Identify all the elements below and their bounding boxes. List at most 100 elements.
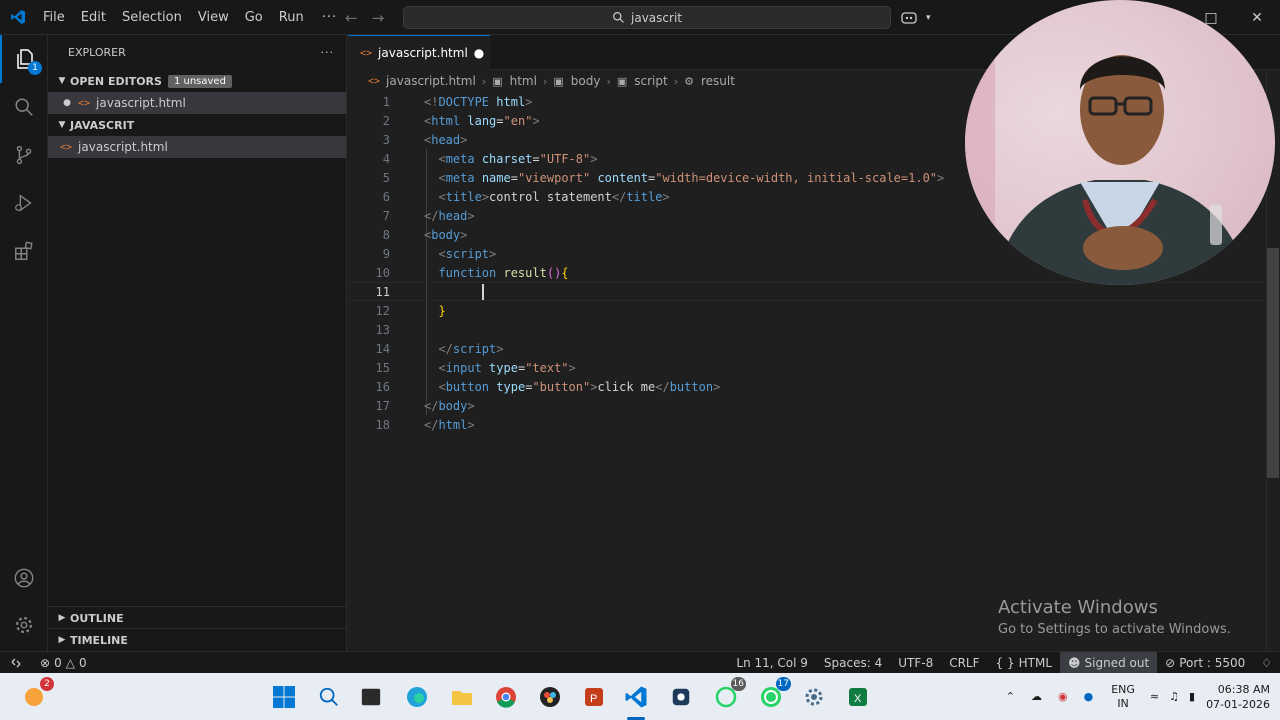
indentation[interactable]: Spaces: 4	[816, 652, 890, 674]
element-icon: ▣	[553, 74, 564, 88]
taskbar-app-edge[interactable]	[401, 681, 433, 713]
run-debug-activity[interactable]	[0, 179, 48, 227]
cursor-position[interactable]: Ln 11, Col 9	[728, 652, 816, 674]
explorer-activity[interactable]: 1	[0, 35, 48, 83]
explorer-badge: 1	[28, 61, 42, 75]
open-editor-item[interactable]: ● <> javascript.html	[48, 92, 346, 114]
code-token: >	[525, 94, 533, 109]
chevron-down-icon: ▼	[58, 76, 66, 86]
menu-file[interactable]: File	[35, 0, 73, 35]
taskbar-app-whatsapp[interactable]: 16	[710, 677, 746, 713]
menu-edit[interactable]: Edit	[73, 0, 114, 35]
taskbar-app-excel[interactable]: X	[842, 681, 874, 713]
battery-icon[interactable]: ▮	[1189, 690, 1195, 703]
terminal-icon	[361, 688, 381, 706]
live-server-port[interactable]: ⊘ Port : 5500	[1157, 652, 1253, 674]
chevron-up-icon[interactable]: ⌃	[1006, 690, 1015, 703]
menu-run[interactable]: Run	[271, 0, 312, 35]
breadcrumb-result[interactable]: result	[701, 74, 735, 88]
volume-icon[interactable]: ♫	[1169, 690, 1179, 703]
code-token: >	[662, 189, 670, 204]
extensions-activity[interactable]	[0, 227, 48, 275]
camera-app-icon[interactable]: ◉	[1058, 690, 1068, 703]
chevron-down-icon[interactable]: ▾	[926, 13, 931, 23]
language-indicator[interactable]: ENG IN	[1111, 683, 1135, 711]
menu-go[interactable]: Go	[237, 0, 271, 35]
taskbar-app-terminal[interactable]	[355, 681, 387, 713]
unsaved-dot-icon[interactable]: ●	[474, 46, 484, 60]
unsaved-dot-icon[interactable]: ●	[60, 98, 74, 108]
svg-text:X: X	[854, 693, 862, 705]
close-button[interactable]: ✕	[1234, 0, 1280, 35]
timeline-section[interactable]: ▶ TIMELINE	[48, 628, 347, 651]
folder-section[interactable]: ▼ JAVASCRIT	[48, 114, 346, 136]
line-number: 10	[375, 265, 390, 280]
explorer-title: EXPLORER	[68, 46, 126, 59]
menu-view[interactable]: View	[190, 0, 237, 35]
line-number: 7	[382, 208, 390, 223]
wifi-icon[interactable]: ≈	[1150, 690, 1159, 703]
onedrive-icon[interactable]: ☁	[1031, 690, 1042, 703]
notifications-bell[interactable]: ♢	[1253, 652, 1280, 674]
taskbar-search-button[interactable]	[313, 681, 345, 713]
breadcrumb-file[interactable]: javascript.html	[386, 74, 476, 88]
taskbar-app-assistant[interactable]	[665, 681, 697, 713]
line-number: 4	[382, 151, 390, 166]
accounts-activity[interactable]	[0, 554, 48, 602]
search-activity[interactable]	[0, 83, 48, 131]
folder-icon	[452, 691, 472, 705]
source-control-activity[interactable]	[0, 131, 48, 179]
source-control-icon	[16, 145, 32, 165]
search-icon	[15, 98, 33, 116]
taskbar-app-whatsapp-2[interactable]: 17	[755, 677, 791, 713]
chevron-right-icon: ›	[542, 74, 548, 88]
remote-indicator[interactable]	[0, 652, 32, 674]
language-mode[interactable]: { } HTML	[988, 652, 1061, 674]
widgets-button[interactable]: 2	[18, 677, 54, 713]
presenter-video	[965, 0, 1250, 285]
microphone-icon[interactable]: ●	[1084, 690, 1094, 703]
clock[interactable]: 06:38 AM 07-01-2026	[1206, 682, 1270, 712]
tab-javascript-html[interactable]: <> javascript.html ●	[348, 35, 490, 70]
open-editors-section[interactable]: ▼ OPEN EDITORS 1 unsaved	[48, 70, 346, 92]
breadcrumb-script[interactable]: script	[634, 74, 667, 88]
breadcrumb-body[interactable]: body	[571, 74, 601, 88]
explorer-more-button[interactable]: ···	[321, 46, 335, 59]
start-button[interactable]	[268, 681, 300, 713]
problems-indicator[interactable]: ⊗ 0 △ 0	[32, 652, 95, 674]
signed-out-indicator[interactable]: ☻ Signed out	[1060, 651, 1158, 674]
taskbar-app-vscode[interactable]	[620, 681, 652, 713]
taskbar-app-settings[interactable]	[798, 681, 830, 713]
encoding[interactable]: UTF-8	[890, 652, 941, 674]
remote-icon	[11, 658, 21, 667]
code-token: <!	[424, 94, 439, 109]
folder-file-item[interactable]: <> javascript.html	[48, 136, 346, 158]
menu-selection[interactable]: Selection	[114, 0, 190, 35]
code-token: title	[445, 189, 482, 204]
code-token: script	[445, 246, 490, 261]
code-token: >	[467, 398, 475, 413]
outline-section[interactable]: ▶ OUTLINE	[48, 606, 347, 629]
code-token: {	[561, 265, 569, 280]
code-token: >	[481, 189, 490, 204]
taskbar-app-powerpoint[interactable]: P	[578, 681, 610, 713]
breadcrumb-html[interactable]: html	[510, 74, 537, 88]
error-icon: ⊗	[40, 655, 51, 670]
back-arrow-icon[interactable]: ←	[345, 9, 358, 27]
copilot-icon[interactable]	[900, 10, 918, 26]
taskbar-app-chrome[interactable]	[490, 681, 522, 713]
code-token: <	[438, 170, 446, 185]
manage-activity[interactable]	[0, 601, 48, 649]
line-number: 13	[375, 322, 390, 337]
menu-more-button[interactable]: ···	[312, 10, 347, 25]
scrollbar-thumb[interactable]	[1267, 248, 1279, 478]
language-code: ENG	[1111, 682, 1135, 696]
text-cursor	[481, 283, 484, 300]
line-ending[interactable]: CRLF	[941, 652, 987, 674]
command-center-search[interactable]: javascrit	[403, 6, 891, 29]
taskbar-app-file-explorer[interactable]	[446, 681, 478, 713]
taskbar-app-davinci[interactable]	[534, 681, 566, 713]
braces-icon: { }	[995, 655, 1015, 670]
forward-arrow-icon[interactable]: →	[372, 9, 385, 27]
person-icon: ☻	[1068, 655, 1081, 670]
